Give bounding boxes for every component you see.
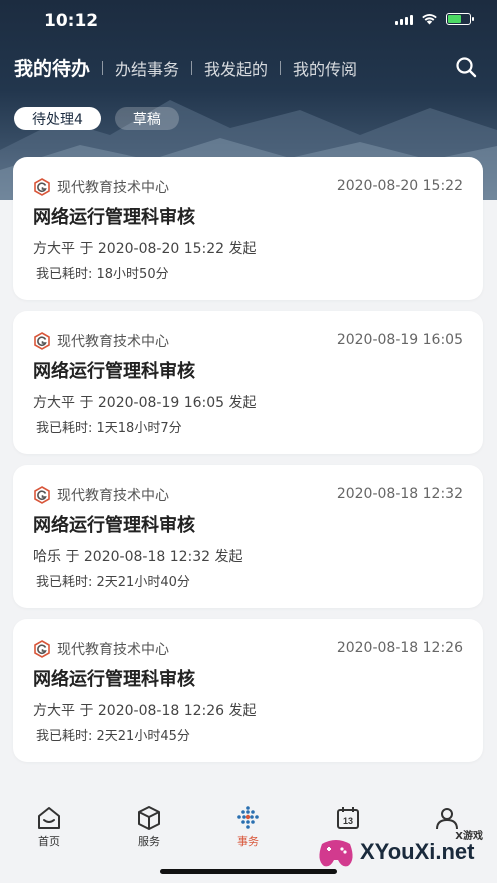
task-date: 2020-08-19 16:05 [336,332,463,348]
cellular-signal-icon [395,13,413,25]
cube-icon [138,806,160,830]
task-card[interactable]: 现代教育技术中心 2020-08-19 16:05 网络运行管理科审核 方大平 … [13,311,483,454]
tab-divider [191,60,193,75]
department-name: 现代教育技术中心 [57,180,169,196]
watermark-text: XYouXi.net [360,839,475,864]
task-initiator: 方大平 于 2020-08-18 12:26 发起 [33,703,257,719]
card-department: 现代教育技术中心 [33,639,169,659]
task-date: 2020-08-18 12:26 [336,640,463,656]
home-indicator [160,869,337,874]
task-card[interactable]: 现代教育技术中心 2020-08-18 12:32 网络运行管理科审核 哈乐 于… [13,465,483,608]
bottom-tab-label: 首页 [38,835,60,848]
task-elapsed: 我已耗时: 2天21小时45分 [36,729,190,744]
task-list: 现代教育技术中心 2020-08-20 15:22 网络运行管理科审核 方大平 … [13,157,483,773]
department-name: 现代教育技术中心 [57,488,169,504]
bottom-tab-affairs[interactable]: 事务 [218,805,278,849]
filter-pending-chip[interactable]: 待处理4 [14,107,101,130]
status-icons [395,13,474,25]
card-department: 现代教育技术中心 [33,177,169,197]
task-initiator: 方大平 于 2020-08-19 16:05 发起 [33,395,257,411]
task-initiator: 方大平 于 2020-08-20 15:22 发起 [33,241,257,257]
task-initiator: 哈乐 于 2020-08-18 12:32 发起 [33,549,243,565]
tab-my-todo[interactable]: 我的待办 [14,54,90,81]
department-logo-icon [34,486,50,504]
task-elapsed: 我已耗时: 1天18小时7分 [36,421,182,436]
card-department: 现代教育技术中心 [33,485,169,505]
tab-initiated[interactable]: 我发起的 [204,56,268,80]
task-elapsed: 我已耗时: 18小时50分 [36,267,169,282]
filter-draft-chip[interactable]: 草稿 [114,107,179,130]
gamepad-logo-icon [319,840,353,867]
task-title: 网络运行管理科审核 [33,669,195,690]
bottom-tab-label: 事务 [237,835,259,848]
task-title: 网络运行管理科审核 [33,207,195,228]
department-logo-icon [34,640,50,658]
task-title: 网络运行管理科审核 [33,515,195,536]
task-elapsed: 我已耗时: 2天21小时40分 [36,575,190,590]
filter-chips: 待处理4 草稿 [14,107,179,130]
tab-completed[interactable]: 办结事务 [115,56,179,80]
bottom-tab-label: 服务 [138,835,160,848]
battery-icon [446,13,474,25]
bottom-tab-home[interactable]: 首页 [19,805,79,849]
watermark: XYouXi.net X游戏 [316,825,491,879]
tab-divider [102,60,104,75]
search-icon[interactable] [455,56,477,78]
task-title: 网络运行管理科审核 [33,361,195,382]
task-date: 2020-08-18 12:32 [336,486,463,502]
wifi-icon [422,14,437,25]
bottom-tab-services[interactable]: 服务 [119,805,179,849]
status-time: 10:12 [44,11,99,31]
department-logo-icon [34,178,50,196]
card-department: 现代教育技术中心 [33,331,169,351]
department-name: 现代教育技术中心 [57,642,169,658]
status-bar: 10:12 [0,0,497,44]
top-tabs: 我的待办 办结事务 我发起的 我的传阅 [14,54,357,81]
task-date: 2020-08-20 15:22 [336,178,463,194]
tab-circulated[interactable]: 我的传阅 [293,56,357,80]
watermark-small-text: X游戏 [455,831,483,842]
affairs-icon [237,806,259,829]
department-logo-icon [34,332,50,350]
task-card[interactable]: 现代教育技术中心 2020-08-18 12:26 网络运行管理科审核 方大平 … [13,619,483,762]
tab-divider [280,60,282,75]
home-icon [38,807,60,829]
department-name: 现代教育技术中心 [57,334,169,350]
task-card[interactable]: 现代教育技术中心 2020-08-20 15:22 网络运行管理科审核 方大平 … [13,157,483,300]
